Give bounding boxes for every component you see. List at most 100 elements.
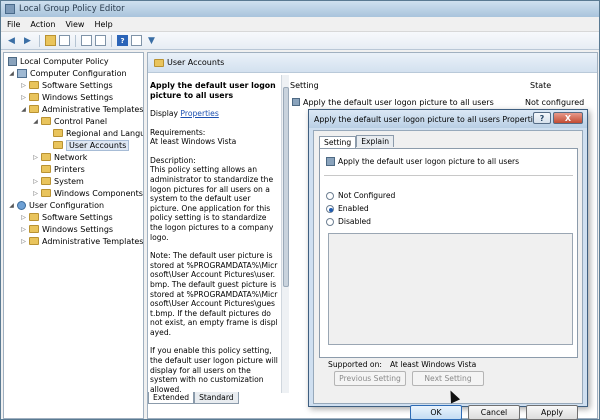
list-header: Setting State [290,81,596,93]
policy-name-line: Apply the default user logon picture to … [324,157,519,166]
option-disabled[interactable]: Disabled [326,217,371,226]
view-tabs: Extended Standard [148,392,288,404]
dialog-help-button[interactable]: ? [533,112,551,124]
supported-on: Supported on: At least Windows Vista [328,360,476,369]
menu-action[interactable]: Action [30,20,55,29]
tree-item-user-software-settings[interactable]: ▷ Software Settings [20,211,113,223]
collapsed-triangle-icon[interactable]: ▷ [20,94,27,101]
view-icon[interactable] [131,35,142,46]
folder-icon [41,153,51,161]
collapsed-triangle-icon[interactable]: ▷ [32,154,39,161]
radio-disabled[interactable] [326,217,334,226]
description-paragraph-2: Note: The default user picture is stored… [150,251,278,337]
tree-item-administrative-templates[interactable]: ◢ Administrative Templates [20,103,143,115]
show-hide-tree-icon[interactable] [59,35,70,46]
tree-item-local-computer-policy[interactable]: Local Computer Policy [6,55,109,67]
policy-setting-icon [326,157,335,166]
properties-icon[interactable] [81,35,92,46]
radio-not-configured[interactable] [326,191,334,200]
expanded-triangle-icon[interactable]: ◢ [8,70,15,77]
menu-file[interactable]: File [7,20,20,29]
next-setting-button[interactable]: Next Setting [412,371,484,386]
computer-icon [17,68,27,78]
tree-label: Software Settings [42,80,113,90]
setting-panel: Apply the default user logon picture to … [319,148,578,358]
tree-label: Windows Settings [42,92,114,102]
supported-label: Supported on: [328,360,382,369]
menu-help[interactable]: Help [94,20,112,29]
tree-item-network[interactable]: ▷ Network [32,151,87,163]
collapsed-triangle-icon[interactable]: ▷ [20,214,27,221]
description-paragraph-3: If you enable this policy setting, the d… [150,346,278,394]
folder-icon [29,81,39,89]
previous-setting-button[interactable]: Previous Setting [334,371,406,386]
folder-icon [41,165,51,173]
tree-label: Windows Components [54,188,143,198]
radio-enabled[interactable] [326,204,334,213]
tree-item-software-settings[interactable]: ▷ Software Settings [20,79,113,91]
back-arrow-icon[interactable]: ◀ [5,34,18,47]
tab-standard[interactable]: Standard [194,392,239,404]
tab-setting[interactable]: Setting [319,136,357,148]
up-folder-icon[interactable] [45,35,56,46]
tree-item-windows-settings[interactable]: ▷ Windows Settings [20,91,113,103]
collapsed-triangle-icon[interactable]: ▷ [32,178,39,185]
tab-explain[interactable]: Explain [356,135,395,147]
tree-item-system[interactable]: ▷ System [32,175,84,187]
tree-label: Regional and Langu [66,128,144,138]
tree-item-computer-configuration[interactable]: ◢ Computer Configuration [8,67,127,79]
policy-properties-dialog: Apply the default user logon picture to … [308,109,588,420]
forward-arrow-icon[interactable]: ▶ [21,34,34,47]
expanded-triangle-icon[interactable]: ◢ [32,118,39,125]
option-enabled[interactable]: Enabled [326,204,369,213]
column-setting[interactable]: Setting [290,81,530,93]
properties-link[interactable]: Properties [180,109,218,118]
requirements-label: Requirements: [150,127,206,137]
tree-item-printers[interactable]: Printers [39,163,85,175]
supported-value: At least Windows Vista [389,360,477,369]
column-state[interactable]: State [530,81,551,93]
folder-icon [29,105,39,113]
menu-view[interactable]: View [65,20,84,29]
collapsed-triangle-icon[interactable]: ▷ [20,238,27,245]
tree-item-user-configuration[interactable]: ◢ User Configuration [8,199,104,211]
requirements-value: At least Windows Vista [150,137,237,147]
table-row[interactable]: Apply the default user logon picture to … [290,96,596,108]
tree-item-user-administrative-templates[interactable]: ▷ Administrative Templates [20,235,143,247]
tree-label: Control Panel [54,116,108,126]
tree-item-user-accounts[interactable]: User Accounts [51,139,130,151]
tree-item-control-panel[interactable]: ◢ Control Panel [32,115,107,127]
collapsed-triangle-icon[interactable]: ▷ [20,82,27,89]
description-scrollbar[interactable] [281,75,289,393]
cancel-button[interactable]: Cancel [468,405,520,420]
option-not-configured[interactable]: Not Configured [326,191,395,200]
help-icon[interactable]: ? [117,35,128,46]
dialog-close-button[interactable]: X [553,112,583,124]
tree-label: System [54,176,84,186]
details-header: User Accounts [148,53,597,73]
collapsed-triangle-icon[interactable]: ▷ [32,190,39,197]
tree-item-user-windows-settings[interactable]: ▷ Windows Settings [20,223,113,235]
folder-icon [41,117,51,125]
tree-item-regional-language[interactable]: Regional and Langu [51,127,144,139]
scrollbar-thumb[interactable] [283,87,289,287]
expanded-triangle-icon[interactable]: ◢ [20,106,27,113]
tree-label: Administrative Templates [42,236,144,246]
folder-icon [29,237,39,245]
tree-item-windows-components[interactable]: ▷ Windows Components [32,187,143,199]
expanded-triangle-icon[interactable]: ◢ [8,202,15,209]
open-folder-icon [53,141,63,149]
apply-button[interactable]: Apply [526,405,578,420]
description-label: Description: [150,155,196,165]
export-list-icon[interactable] [95,35,106,46]
tree-label: Local Computer Policy [20,56,109,66]
collapsed-triangle-icon[interactable]: ▷ [20,226,27,233]
ok-button[interactable]: OK [410,405,462,420]
menu-bar: File Action View Help [1,17,599,32]
tab-extended[interactable]: Extended [148,392,195,404]
window-title: Local Group Policy Editor [19,4,125,14]
filter-icon[interactable]: ▼ [145,34,158,47]
tree-label: Software Settings [42,212,113,222]
folder-icon [29,93,39,101]
console-tree[interactable]: Local Computer Policy ◢ Computer Configu… [3,52,144,419]
